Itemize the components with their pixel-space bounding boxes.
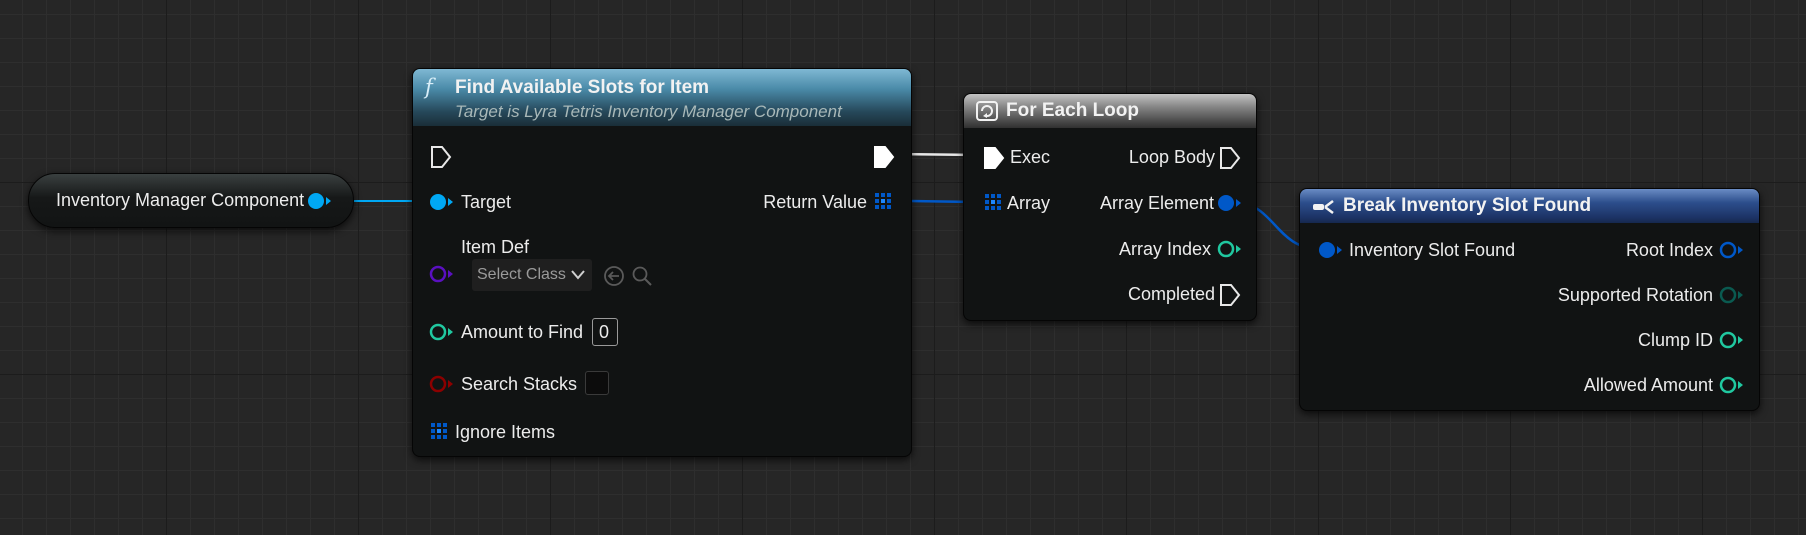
- root-index-label: Root Index: [1625, 240, 1713, 260]
- select-class-dropdown[interactable]: Select Class: [472, 259, 592, 291]
- array-grid-icon[interactable]: [431, 423, 449, 441]
- return-value-label: Return Value: [763, 192, 867, 212]
- break-struct-icon: [1313, 200, 1334, 214]
- select-class-text: Select Class: [477, 266, 566, 283]
- array-label: Array: [1007, 193, 1051, 213]
- item-def-label: Item Def: [461, 237, 530, 257]
- target-label: Target: [461, 192, 512, 212]
- exec-in-pin-icon[interactable]: [429, 145, 453, 169]
- bool-pin-icon[interactable]: [429, 374, 455, 394]
- supported-rotation-label: Supported Rotation: [1557, 285, 1713, 305]
- struct-pin-icon[interactable]: [1318, 240, 1344, 260]
- loop-macro-icon: [976, 101, 998, 121]
- array-grid-icon[interactable]: [875, 193, 893, 211]
- inventory-manager-component-node[interactable]: Inventory Manager Component: [28, 173, 354, 228]
- int-pin-icon[interactable]: [1719, 375, 1745, 395]
- function-icon: f: [425, 75, 433, 99]
- magnifier-icon[interactable]: [631, 265, 653, 287]
- loop-title: For Each Loop: [1006, 100, 1139, 121]
- enum-pin-icon[interactable]: [1719, 285, 1745, 305]
- exec-out-pin-icon[interactable]: [872, 145, 896, 169]
- ref-node-label: Inventory Manager Component: [56, 190, 305, 210]
- exec-label: Exec: [1010, 147, 1051, 167]
- exec-out-pin-icon[interactable]: [1218, 283, 1242, 307]
- amount-to-find-label: Amount to Find: [461, 322, 584, 342]
- find-available-slots-node[interactable]: f Find Available Slots for Item Target i…: [412, 68, 912, 457]
- int-pin-icon[interactable]: [1719, 330, 1745, 350]
- node-subtitle: Target is Lyra Tetris Inventory Manager …: [455, 102, 842, 121]
- array-grid-icon[interactable]: [985, 194, 1003, 212]
- search-stacks-checkbox[interactable]: [585, 371, 609, 395]
- exec-in-pin-icon[interactable]: [982, 146, 1006, 170]
- ignore-items-label: Ignore Items: [455, 422, 556, 442]
- break-title: Break Inventory Slot Found: [1343, 195, 1592, 216]
- allowed-amount-label: Allowed Amount: [1583, 375, 1713, 395]
- inventory-slot-found-label: Inventory Slot Found: [1349, 240, 1516, 260]
- array-element-label: Array Element: [1099, 193, 1214, 213]
- exec-out-pin-icon[interactable]: [1218, 146, 1242, 170]
- search-stacks-label: Search Stacks: [461, 374, 578, 394]
- int-pin-icon[interactable]: [1217, 239, 1243, 259]
- array-index-label: Array Index: [1118, 239, 1211, 259]
- completed-label: Completed: [1127, 284, 1215, 304]
- for-each-loop-node[interactable]: For Each Loop Exec Loop Body Array Array…: [963, 93, 1257, 321]
- node-title: Find Available Slots for Item: [455, 77, 710, 98]
- struct-pin-icon[interactable]: [1217, 193, 1243, 213]
- chevron-down-icon: [571, 270, 585, 280]
- amount-to-find-input[interactable]: 0: [592, 318, 618, 346]
- class-pin-icon[interactable]: [429, 264, 455, 284]
- loop-body-label: Loop Body: [1128, 147, 1215, 167]
- back-arrow-icon[interactable]: [603, 265, 625, 287]
- break-inventory-slot-found-node[interactable]: Break Inventory Slot Found Inventory Slo…: [1299, 188, 1760, 411]
- clump-id-label: Clump ID: [1637, 330, 1713, 350]
- struct-pin-icon[interactable]: [1719, 240, 1745, 260]
- object-pin-icon[interactable]: [307, 191, 333, 211]
- target-pin-icon[interactable]: [429, 192, 455, 212]
- int-pin-icon[interactable]: [429, 322, 455, 342]
- amount-value: 0: [599, 322, 610, 342]
